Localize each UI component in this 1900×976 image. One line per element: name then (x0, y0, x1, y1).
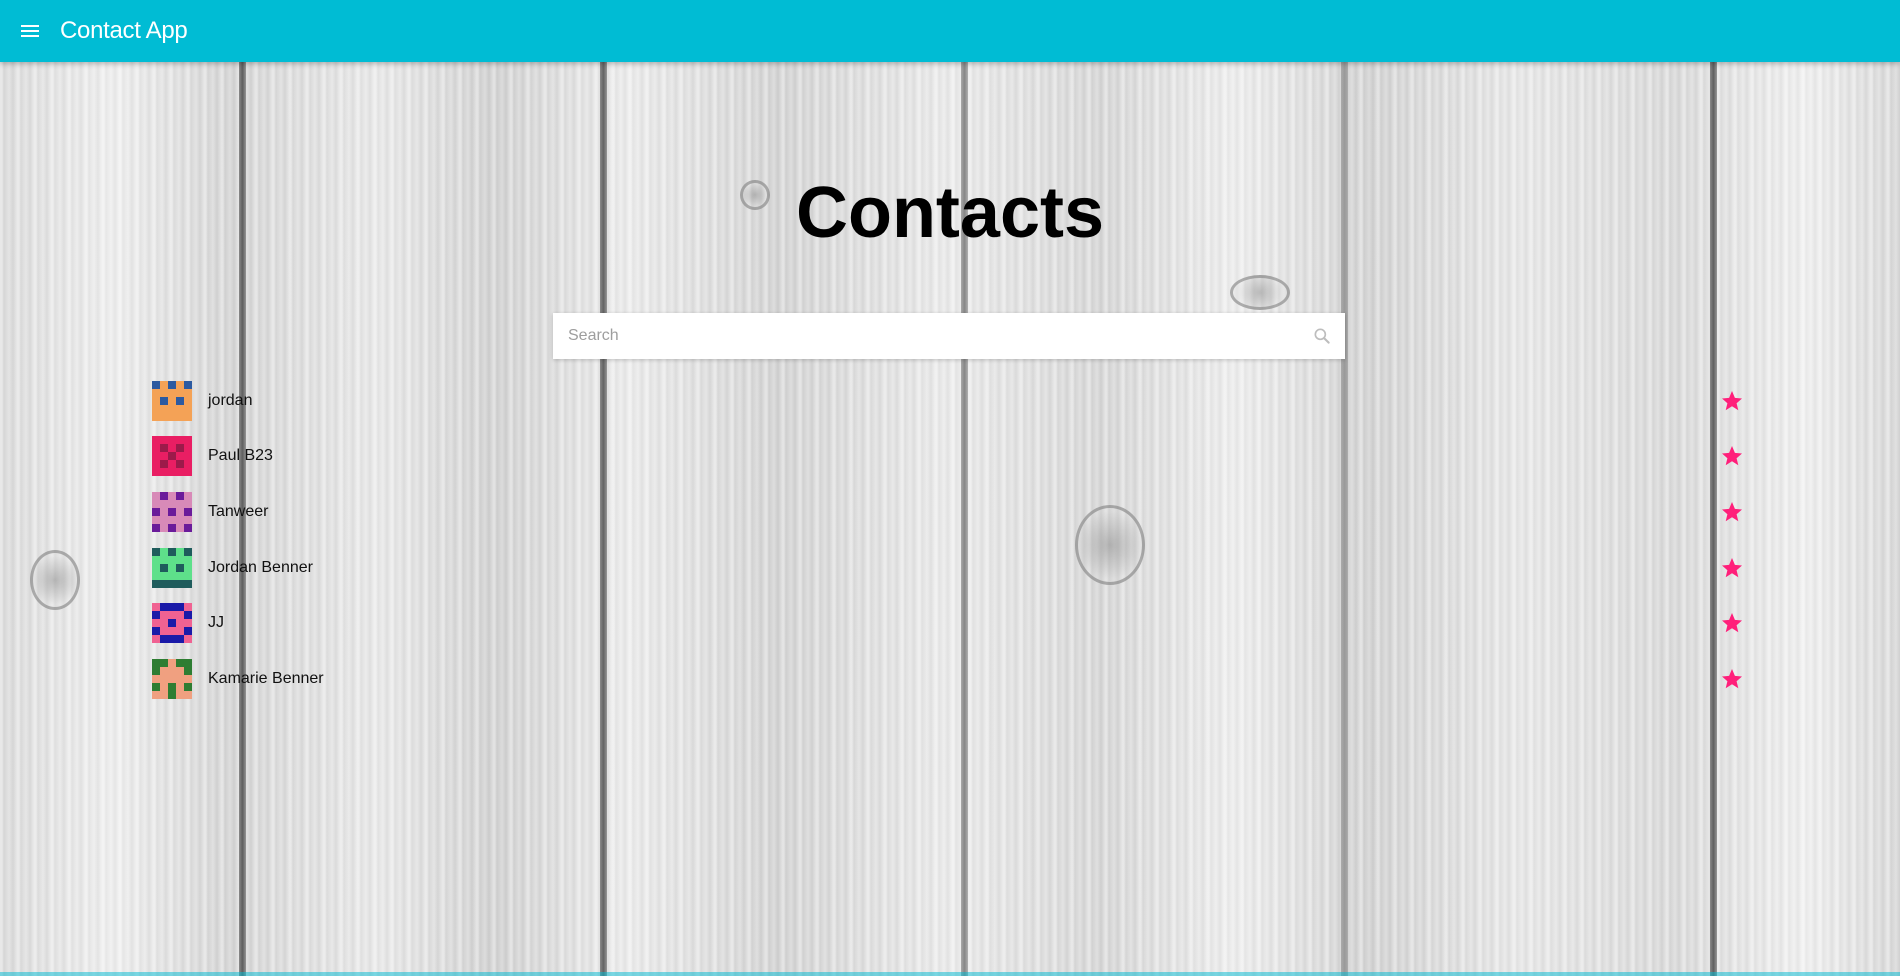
contact-list-item[interactable]: jordan (152, 373, 1752, 429)
bottom-edge (0, 972, 1900, 976)
contact-name: Tanweer (208, 502, 269, 520)
search-bar (553, 313, 1345, 359)
menu-icon (21, 25, 39, 37)
contact-name: JJ (208, 614, 224, 632)
contact-list-item[interactable]: Kamarie Benner (152, 651, 1752, 707)
contact-list-item[interactable]: Tanweer (152, 484, 1752, 540)
favorite-star-icon[interactable] (1720, 611, 1744, 635)
contact-name: Kamarie Benner (208, 669, 324, 687)
avatar (152, 436, 192, 477)
contact-name: jordan (208, 391, 253, 409)
contact-list: jordan Paul B23 Tanweer Jordan Benner JJ Kama… (152, 373, 1752, 707)
menu-button[interactable] (0, 0, 60, 62)
page-title-text: Contacts (795, 173, 1105, 253)
contact-name: Jordan Benner (208, 558, 313, 576)
search-icon[interactable] (1299, 313, 1345, 359)
favorite-star-icon[interactable] (1720, 500, 1744, 524)
avatar (152, 658, 192, 699)
favorite-star-icon[interactable] (1720, 444, 1744, 468)
search-input[interactable] (553, 313, 1299, 359)
contact-list-item[interactable]: Jordan Benner (152, 540, 1752, 596)
page-title: Contacts (0, 172, 1900, 254)
favorite-star-icon[interactable] (1720, 389, 1744, 413)
app-title: Contact App (60, 17, 188, 44)
avatar (152, 547, 192, 588)
favorite-star-icon[interactable] (1720, 556, 1744, 580)
avatar (152, 491, 192, 532)
contact-list-item[interactable]: Paul B23 (152, 429, 1752, 485)
avatar (152, 380, 192, 421)
favorite-star-icon[interactable] (1720, 667, 1744, 691)
wood-knot (1230, 275, 1290, 310)
avatar (152, 603, 192, 644)
contact-list-item[interactable]: JJ (152, 595, 1752, 651)
contact-name: Paul B23 (208, 447, 273, 465)
app-bar: Contact App (0, 0, 1900, 62)
wood-knot (30, 550, 80, 610)
